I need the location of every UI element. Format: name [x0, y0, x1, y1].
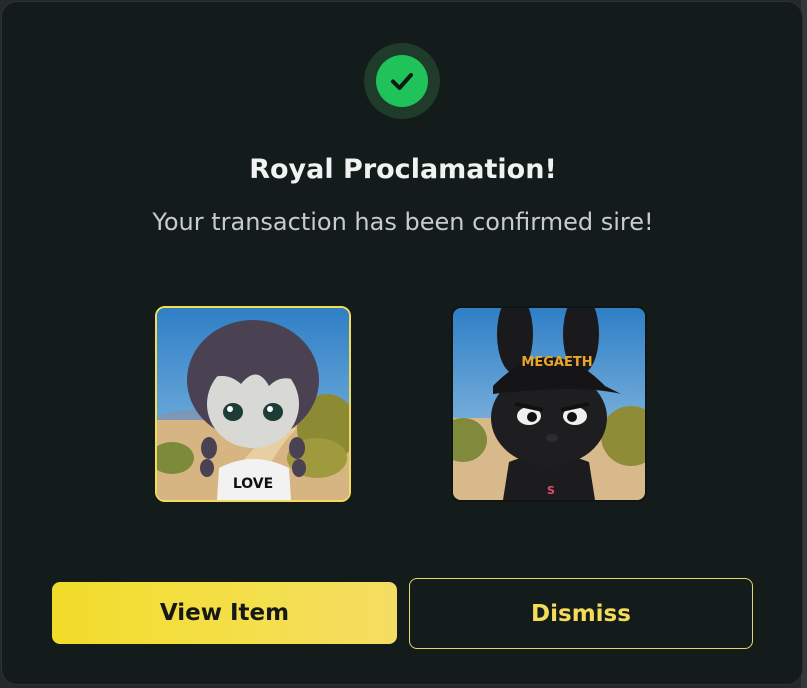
confirmation-modal: Royal Proclamation! Your transaction has…	[1, 1, 803, 685]
dismiss-button[interactable]: Dismiss	[409, 578, 753, 649]
modal-title: Royal Proclamation!	[249, 154, 557, 185]
check-circle-icon	[376, 55, 428, 107]
nft-image-bunny: S MEGAETH	[453, 308, 645, 500]
svg-text:LOVE: LOVE	[233, 476, 273, 492]
view-item-button[interactable]: View Item	[52, 582, 397, 644]
nft-image-girl: LOVE	[157, 308, 349, 500]
modal-message: Your transaction has been confirmed sire…	[152, 208, 654, 236]
nft-card-bunny[interactable]: S MEGAETH	[451, 306, 647, 502]
svg-text:MEGAETH: MEGAETH	[521, 355, 592, 370]
svg-text:S: S	[547, 484, 555, 497]
nft-card-girl[interactable]: LOVE	[155, 306, 351, 502]
success-badge	[364, 43, 440, 119]
